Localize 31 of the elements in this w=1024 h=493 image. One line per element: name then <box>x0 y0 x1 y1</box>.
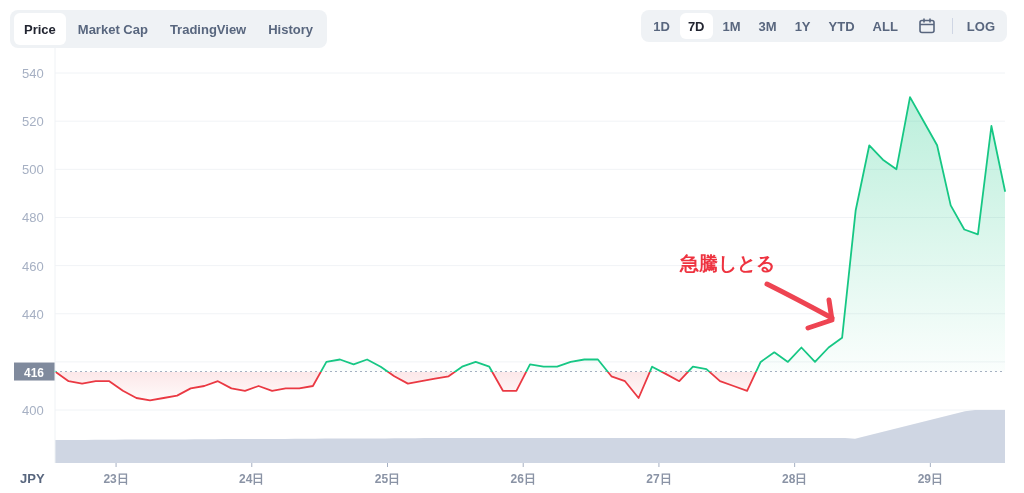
reference-value: 416 <box>24 365 44 380</box>
y-axis-label: 540 <box>22 66 44 82</box>
chart-tab[interactable]: Market Cap <box>67 13 158 45</box>
arrow-drawing <box>764 281 835 331</box>
chart-tab[interactable]: History <box>258 13 324 45</box>
range-button[interactable]: 7D <box>679 13 713 39</box>
x-axis-label: 26日 <box>510 472 536 486</box>
y-axis-label: 460 <box>22 258 44 274</box>
log-button[interactable]: LOG <box>958 13 1003 39</box>
x-axis-label: 24日 <box>239 472 265 486</box>
range-button[interactable]: ALL <box>864 13 906 39</box>
currency-label: JPY <box>20 471 45 486</box>
range-button[interactable]: YTD <box>820 13 863 39</box>
y-axis-label: 400 <box>22 403 44 419</box>
x-axis-label: 23日 <box>103 472 129 486</box>
annotation-text: 急騰しとる <box>680 252 775 274</box>
y-axis-label: 440 <box>22 306 44 322</box>
x-axis-label: 27日 <box>646 472 672 486</box>
chart-tab[interactable]: Price <box>14 13 66 45</box>
y-axis-label: 500 <box>22 162 44 178</box>
range-button[interactable]: 1D <box>645 13 678 39</box>
y-axis-label: 520 <box>22 114 44 130</box>
x-axis-label: 29日 <box>917 472 944 486</box>
range-button[interactable]: 3M <box>750 13 785 39</box>
x-axis-label: 25日 <box>374 472 401 486</box>
calendar-icon <box>917 17 936 35</box>
y-axis-label: 480 <box>22 210 44 226</box>
x-axis-label: 28日 <box>781 472 808 486</box>
range-button[interactable]: 1Y <box>786 13 819 39</box>
range-button[interactable]: 1M <box>714 13 749 39</box>
chart-tab[interactable]: TradingView <box>159 13 257 45</box>
